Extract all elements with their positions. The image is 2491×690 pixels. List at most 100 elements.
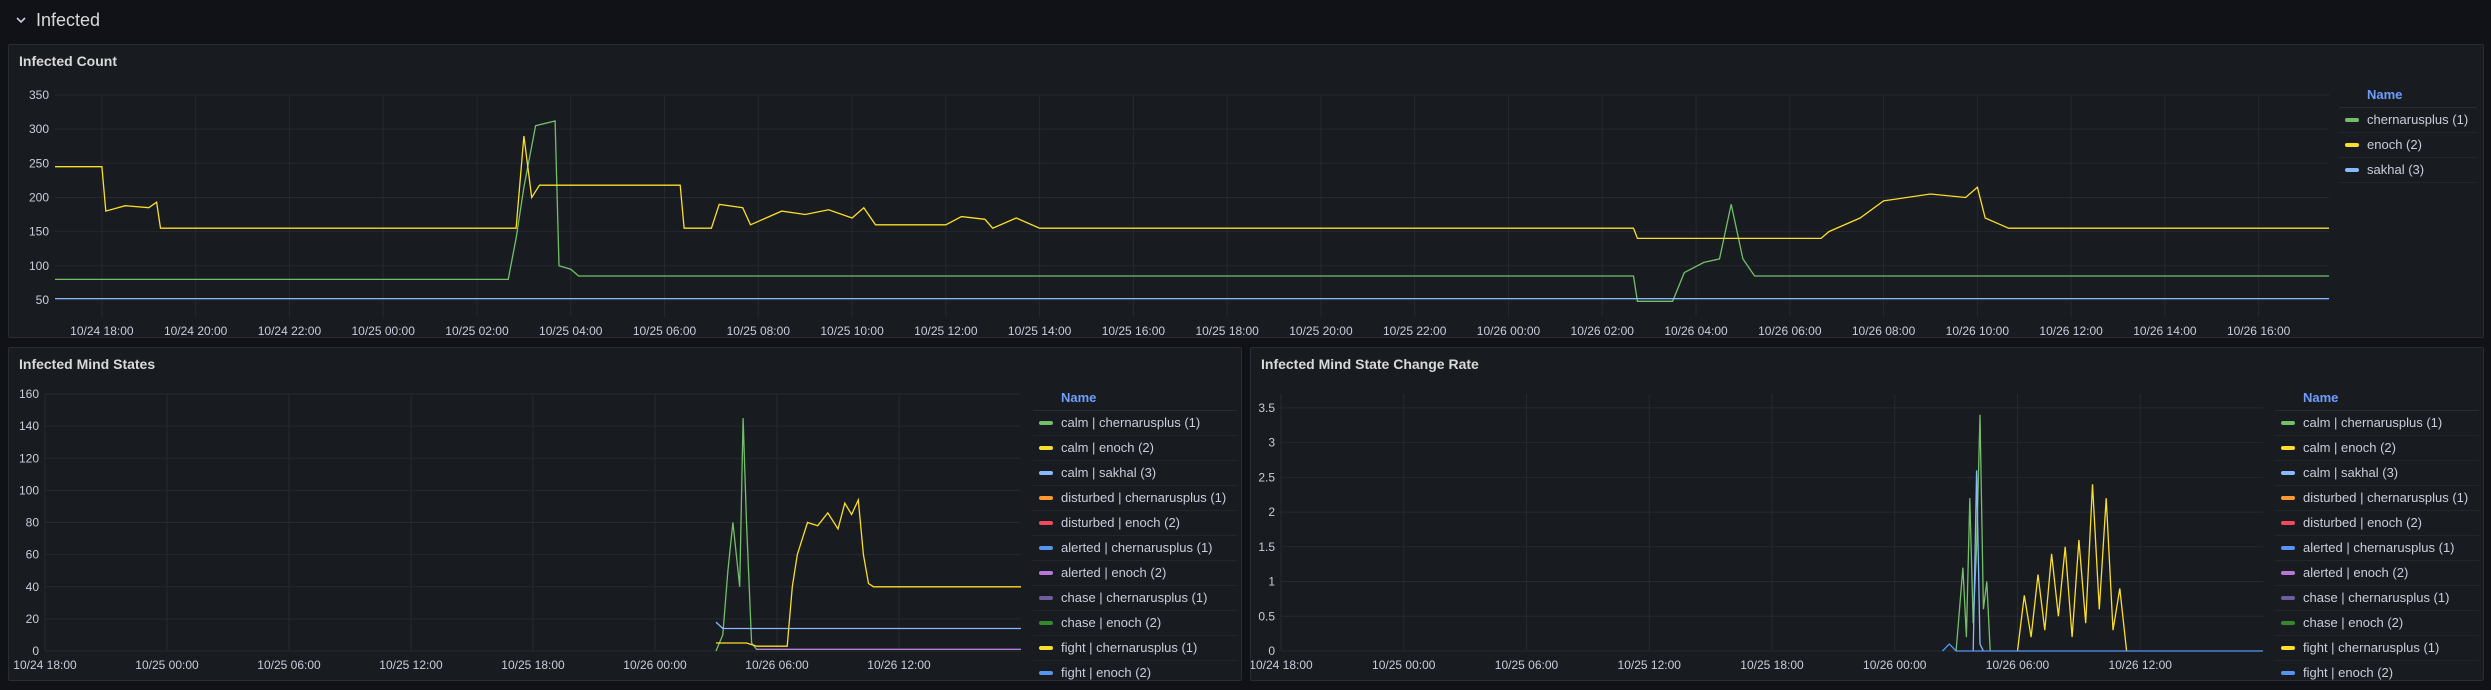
y-tick-label: 50: [36, 293, 50, 307]
panel-infected-mind-state-change-rate[interactable]: Infected Mind State Change Rate 0 0.5 1 1.5…: [1250, 347, 2484, 681]
legend-item[interactable]: calm | chernarusplus (1): [2275, 411, 2479, 436]
legend-item[interactable]: calm | sakhal (3): [2275, 461, 2479, 486]
legend-item[interactable]: chase | chernarusplus (1): [1033, 586, 1237, 611]
legend-label: chernarusplus (1): [2367, 112, 2469, 127]
chevron-down-icon[interactable]: [14, 13, 28, 27]
legend-swatch: [2345, 143, 2359, 147]
legend-label: fight | enoch (2): [1061, 665, 1152, 680]
legend-swatch: [2281, 496, 2295, 500]
legend-item[interactable]: alerted | enoch (2): [1033, 561, 1237, 586]
legend-item[interactable]: fight | chernarusplus (1): [1033, 636, 1237, 661]
legend-swatch: [2281, 671, 2295, 675]
y-tick-label: 40: [26, 580, 40, 594]
legend-swatch: [1039, 471, 1053, 475]
x-tick-label: 10/26 12:00: [2039, 324, 2103, 338]
legend-item[interactable]: chernarusplus (1): [2339, 108, 2477, 133]
legend-swatch: [2345, 118, 2359, 122]
legend-label: calm | chernarusplus (1): [1061, 415, 1201, 430]
legend-swatch: [1039, 496, 1053, 500]
legend-label: chase | enoch (2): [2303, 615, 2404, 630]
legend-swatch: [1039, 521, 1053, 525]
legend-item[interactable]: calm | enoch (2): [2275, 436, 2479, 461]
legend-label: calm | sakhal (3): [1061, 465, 1157, 480]
legend-swatch: [2281, 446, 2295, 450]
panel-infected-count[interactable]: Infected Count 50 100 150 200 250 300 350 10/24…: [8, 44, 2484, 338]
x-tick-label: 10/24 18:00: [1251, 658, 1313, 672]
legend-item[interactable]: chase | chernarusplus (1): [2275, 586, 2479, 611]
legend-label: calm | enoch (2): [2303, 440, 2396, 455]
legend-swatch: [2281, 571, 2295, 575]
legend-item[interactable]: fight | enoch (2): [2275, 661, 2479, 680]
x-tick-label: 10/25 20:00: [1289, 324, 1353, 338]
legend: Name calm | chernarusplus (1) calm | enoc…: [1033, 386, 1237, 680]
legend-item[interactable]: calm | enoch (2): [1033, 436, 1237, 461]
y-tick-label: 120: [19, 451, 39, 465]
legend-item[interactable]: disturbed | enoch (2): [2275, 511, 2479, 536]
legend-item[interactable]: fight | chernarusplus (1): [2275, 636, 2479, 661]
y-tick-label: 350: [29, 88, 49, 102]
series-line: [55, 120, 2329, 302]
x-tick-label: 10/26 00:00: [623, 658, 687, 672]
chart-infected-count: 50 100 150 200 250 300 350 10/24 18:00 10/24 20:…: [29, 88, 2329, 338]
y-tick-label: 0: [32, 644, 39, 658]
x-tick-label: 10/25 06:00: [633, 324, 697, 338]
legend-item[interactable]: disturbed | chernarusplus (1): [2275, 486, 2479, 511]
legend-item[interactable]: sakhal (3): [2339, 158, 2477, 183]
legend-label: alerted | enoch (2): [1061, 565, 1167, 580]
legend-item[interactable]: calm | chernarusplus (1): [1033, 411, 1237, 436]
legend-swatch: [2345, 168, 2359, 172]
legend-item[interactable]: enoch (2): [2339, 133, 2477, 158]
y-tick-label: 0: [1268, 644, 1275, 658]
legend-item[interactable]: disturbed | chernarusplus (1): [1033, 486, 1237, 511]
legend-swatch: [2281, 471, 2295, 475]
y-tick-label: 60: [26, 548, 40, 562]
x-tick-label: 10/25 06:00: [1495, 658, 1559, 672]
y-tick-label: 250: [29, 156, 49, 170]
legend-swatch: [2281, 621, 2295, 625]
y-tick-label: 2.5: [1258, 470, 1275, 484]
legend-label: chase | enoch (2): [1061, 615, 1162, 630]
legend-item[interactable]: alerted | chernarusplus (1): [1033, 536, 1237, 561]
x-tick-label: 10/26 12:00: [867, 658, 931, 672]
x-tick-label: 10/26 04:00: [1664, 324, 1728, 338]
y-tick-label: 80: [26, 516, 40, 530]
legend-item[interactable]: fight | enoch (2): [1033, 661, 1237, 680]
series-line: [2016, 484, 2128, 652]
x-tick-label: 10/26 06:00: [745, 658, 809, 672]
legend-item[interactable]: calm | sakhal (3): [1033, 461, 1237, 486]
x-tick-label: 10/26 16:00: [2227, 324, 2291, 338]
legend-label: alerted | chernarusplus (1): [1061, 540, 1213, 555]
x-tick-label: 10/25 14:00: [1008, 324, 1072, 338]
x-tick-label: 10/25 12:00: [914, 324, 978, 338]
legend-item[interactable]: chase | enoch (2): [1033, 611, 1237, 636]
legend-item[interactable]: disturbed | enoch (2): [1033, 511, 1237, 536]
y-tick-label: 2: [1268, 505, 1275, 519]
x-tick-label: 10/26 14:00: [2133, 324, 2197, 338]
x-tick-label: 10/25 00:00: [352, 324, 416, 338]
legend-swatch: [1039, 571, 1053, 575]
legend-label: calm | chernarusplus (1): [2303, 415, 2443, 430]
row-header[interactable]: Infected: [0, 0, 2491, 40]
panel-infected-mind-states[interactable]: Infected Mind States 0 20 40 60 80 100 120 140 1…: [8, 347, 1242, 681]
x-tick-label: 10/26 12:00: [2109, 658, 2173, 672]
legend-item[interactable]: alerted | chernarusplus (1): [2275, 536, 2479, 561]
row-title: Infected: [36, 9, 101, 30]
x-tick-label: 10/25 16:00: [1102, 324, 1166, 338]
y-tick-label: 3.5: [1258, 401, 1275, 415]
x-tick-label: 10/26 00:00: [1863, 658, 1927, 672]
legend-item[interactable]: chase | enoch (2): [2275, 611, 2479, 636]
y-tick-label: 100: [29, 259, 49, 273]
legend-swatch: [1039, 421, 1053, 425]
legend-swatch: [2281, 596, 2295, 600]
legend-header: Name: [2339, 83, 2477, 108]
series-line: [55, 135, 2329, 240]
legend-item[interactable]: alerted | enoch (2): [2275, 561, 2479, 586]
x-tick-label: 10/25 22:00: [1383, 324, 1447, 338]
legend-label: alerted | chernarusplus (1): [2303, 540, 2455, 555]
legend-swatch: [1039, 596, 1053, 600]
legend-header: Name: [1033, 386, 1237, 411]
x-tick-label: 10/24 22:00: [258, 324, 322, 338]
y-tick-label: 0.5: [1258, 609, 1275, 623]
legend-swatch: [2281, 421, 2295, 425]
y-tick-label: 1.5: [1258, 540, 1275, 554]
